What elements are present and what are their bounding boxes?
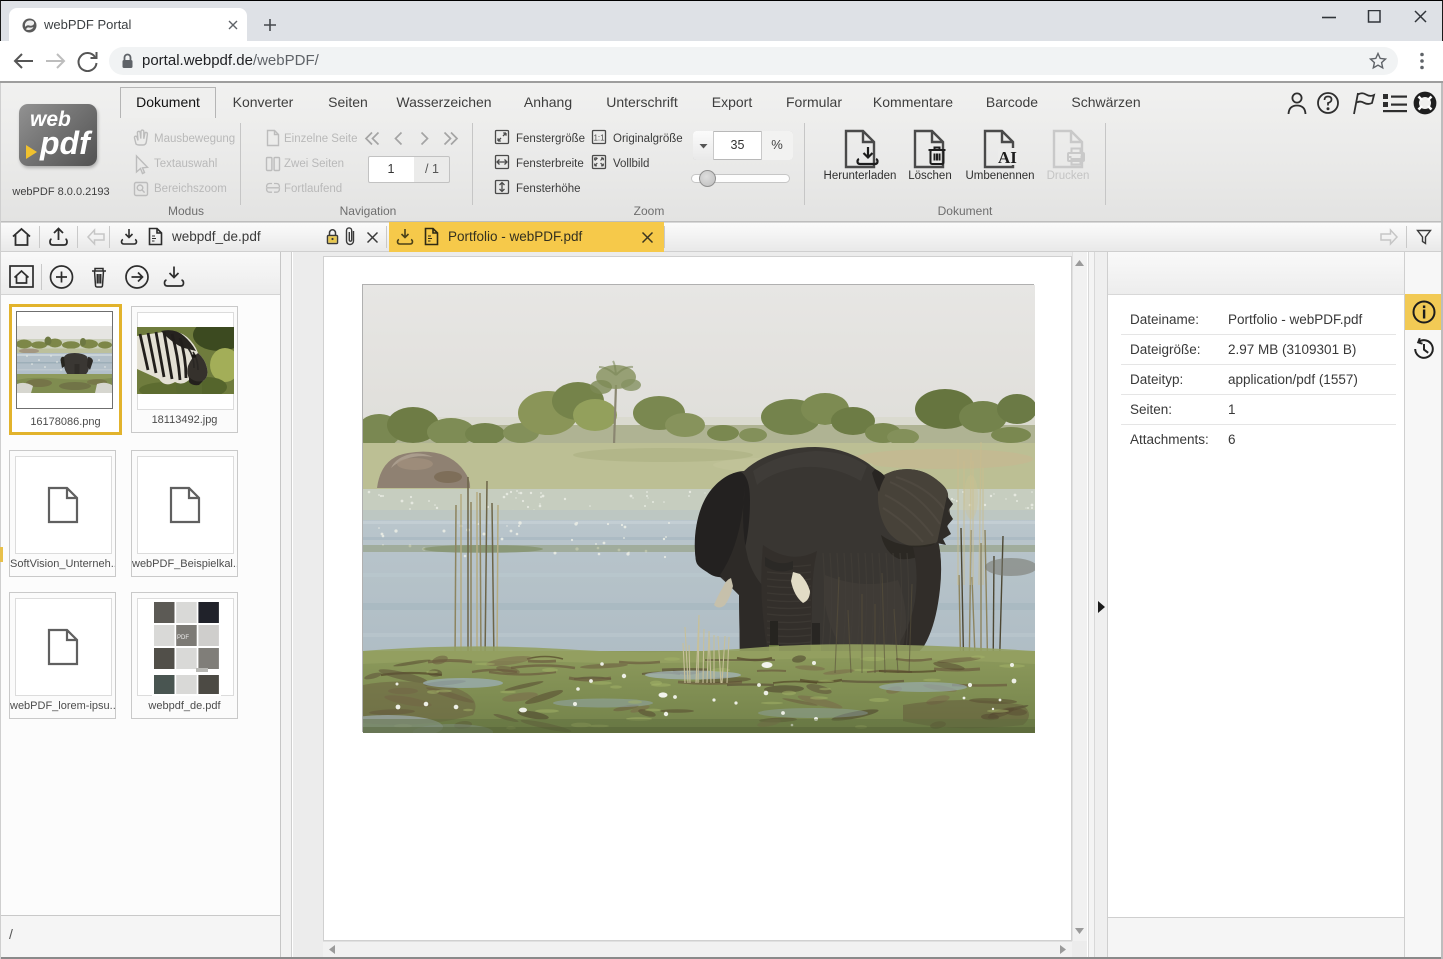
- svg-text:PDF: PDF: [177, 635, 189, 641]
- svg-text:1:1: 1:1: [593, 134, 605, 143]
- svg-text:AI: AI: [998, 148, 1017, 167]
